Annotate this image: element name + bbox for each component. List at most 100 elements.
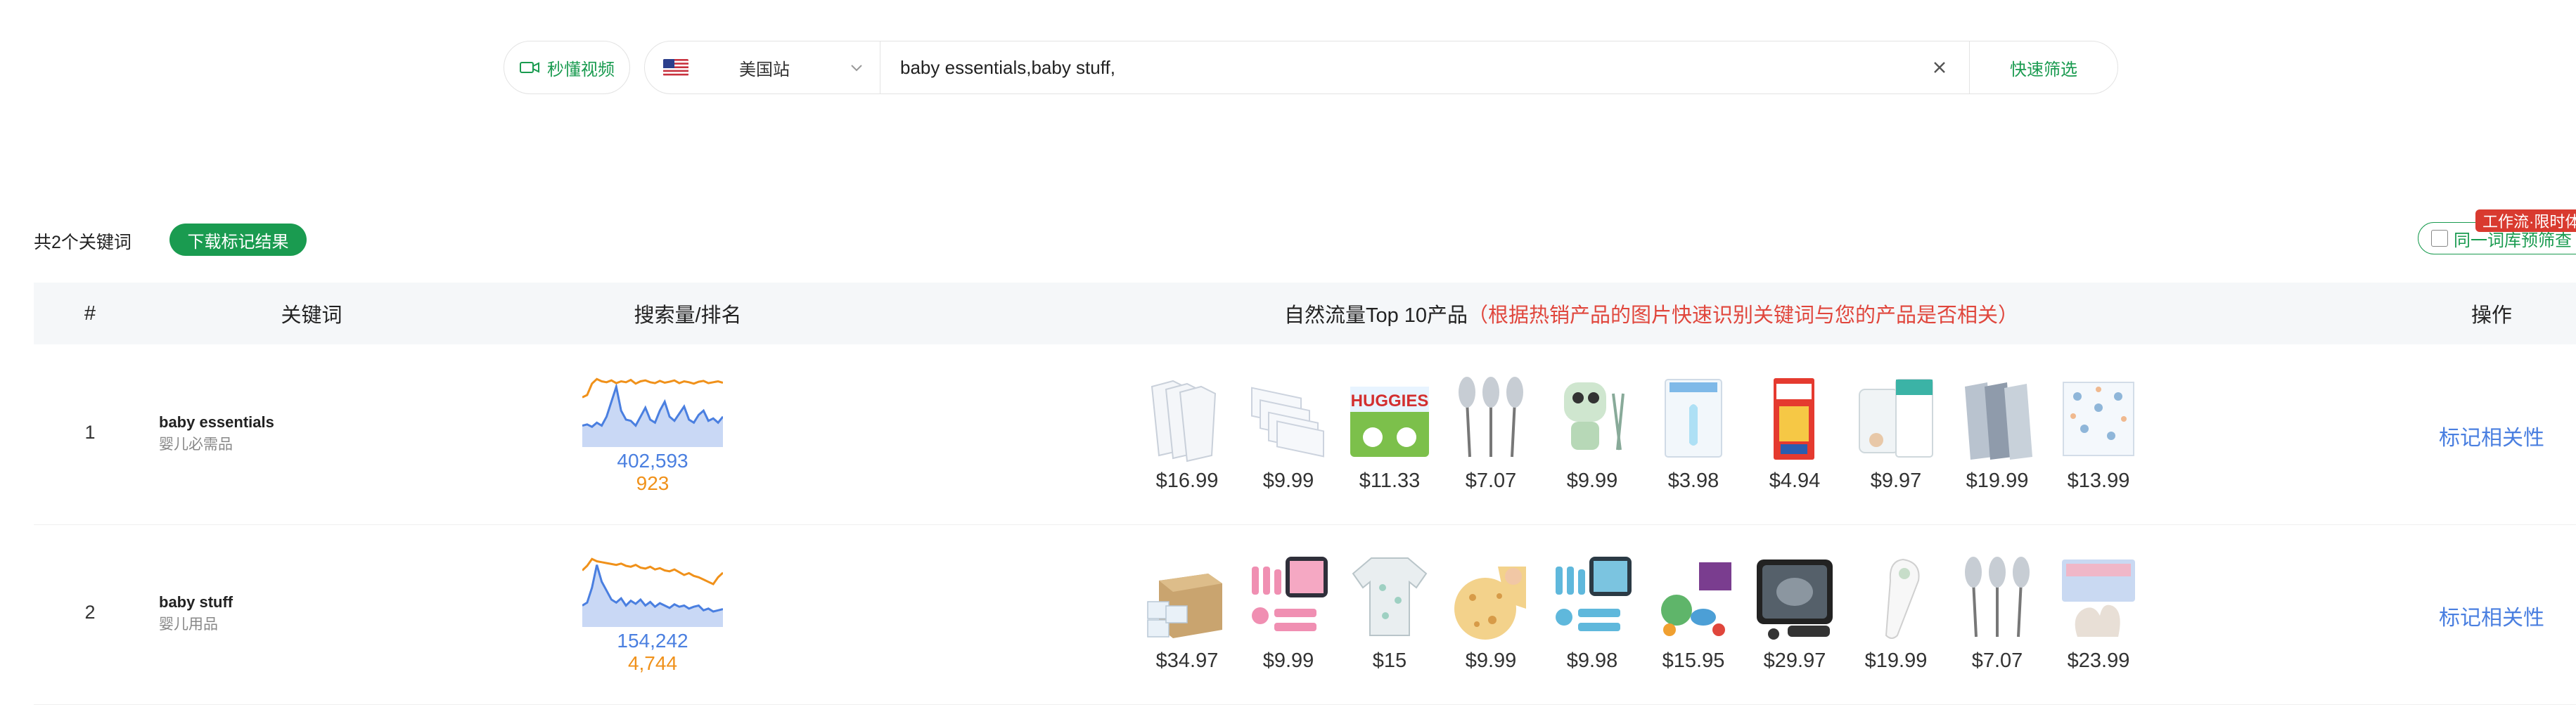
huggies-wipes-icon[interactable]: HUGGIES (1347, 373, 1432, 463)
bottle-brush-icon[interactable] (1449, 373, 1533, 463)
product-item[interactable]: $9.99 (1243, 552, 1334, 673)
product-item[interactable]: $7.07 (1952, 552, 2043, 673)
promo-badge: 工作流·限时体 (2475, 209, 2576, 232)
product-price: $9.99 (1566, 470, 1618, 492)
product-price: $15 (1372, 649, 1407, 672)
tortilla-blanket-icon[interactable] (1449, 552, 1533, 642)
volume-area (582, 387, 723, 447)
product-item[interactable]: $15 (1344, 552, 1435, 673)
product-item[interactable]: $34.97 (1141, 552, 1233, 673)
header-keyword: 关键词 (281, 304, 342, 327)
product-price: $9.99 (1262, 470, 1314, 492)
product-item[interactable]: $4.94 (1749, 373, 1840, 493)
product-item[interactable]: $23.99 (2053, 552, 2144, 673)
product-price: $29.97 (1763, 649, 1826, 672)
product-price: $34.97 (1155, 649, 1219, 672)
bottle-brush-icon[interactable] (1955, 552, 2039, 642)
healthcare-kit-icon[interactable] (1550, 552, 1634, 642)
row-index: 1 (84, 422, 96, 443)
product-price: $16.99 (1155, 470, 1219, 492)
us-flag-icon (663, 59, 688, 76)
video-tutorial-label: 秒懂视频 (547, 60, 615, 79)
mark-relevance-link[interactable]: 标记相关性 (2439, 420, 2544, 451)
header-action: 操作 (2471, 304, 2512, 327)
nail-trimmer-icon[interactable] (1550, 373, 1634, 463)
product-item[interactable]: $9.98 (1546, 552, 1638, 673)
medicine-box-icon[interactable] (1752, 373, 1837, 463)
product-price: $9.99 (1465, 649, 1517, 672)
product-price: $4.94 (1769, 470, 1821, 492)
search-bar: 秒懂视频 美国站 快速筛选 (0, 41, 2576, 97)
diaper-box-icon[interactable] (1145, 552, 1229, 642)
product-price: $9.97 (1870, 470, 1922, 492)
rank-line (582, 377, 723, 399)
trend-sparkline (582, 557, 723, 627)
product-price: $9.99 (1262, 649, 1314, 672)
burp-cloth-icon[interactable] (1246, 373, 1331, 463)
table-header: # 关键词 搜索量/排名 自然流量Top 10产品 （根据热销产品的图片快速识别关… (34, 283, 2576, 344)
mark-relevance-link[interactable]: 标记相关性 (2439, 600, 2544, 631)
product-price: $13.99 (2067, 470, 2130, 492)
close-icon[interactable] (1930, 58, 1949, 77)
site-label: 美国站 (739, 60, 790, 79)
product-price: $15.95 (1662, 649, 1725, 672)
car-mirror-icon[interactable] (1752, 552, 1837, 642)
volume-area (582, 564, 723, 627)
keyword-search-box: 美国站 快速筛选 (644, 41, 2118, 94)
search-rank: 923 (636, 472, 669, 494)
sleepsuit-icon[interactable] (1955, 373, 2039, 463)
header-volume-rank: 搜索量/排名 (634, 304, 742, 327)
product-item[interactable]: $13.99 (2053, 373, 2144, 493)
onesie-icon[interactable] (1347, 552, 1432, 642)
keyword-text: baby stuff (159, 593, 233, 611)
product-item[interactable]: $9.97 (1850, 373, 1942, 493)
product-price: $11.33 (1359, 470, 1421, 492)
search-volume: 154,242 (617, 630, 688, 652)
keyword-input[interactable] (880, 41, 1930, 94)
checkbox-box[interactable] (2431, 230, 2448, 247)
video-camera-icon (520, 62, 539, 73)
sound-machine-icon[interactable] (1854, 373, 1938, 463)
product-price: $7.07 (1465, 470, 1517, 492)
product-price: $9.98 (1566, 649, 1618, 672)
table-row: 1 baby essentials 婴儿必需品 402,593 923 $16.99 $… (34, 344, 2576, 525)
product-item[interactable]: $9.99 (1243, 373, 1334, 493)
product-price: $19.99 (1966, 470, 2029, 492)
search-rank: 4,744 (627, 652, 678, 674)
product-item[interactable]: $16.99 (1141, 373, 1233, 493)
product-item[interactable]: $3.98 (1648, 373, 1739, 493)
header-top10-note: （根据热销产品的图片快速识别关键词与您的产品是否相关） (1468, 304, 2019, 327)
rank-line (582, 557, 723, 586)
keyword-translation: 婴儿用品 (159, 616, 218, 633)
nasal-aspirator-icon[interactable] (1651, 373, 1736, 463)
handprint-kit-icon[interactable] (2056, 552, 2141, 642)
site-select[interactable]: 美国站 (645, 41, 880, 93)
grooming-kit-icon[interactable] (1246, 552, 1331, 642)
product-item[interactable]: $19.99 (1952, 373, 2043, 493)
product-item[interactable]: $29.97 (1749, 552, 1840, 673)
product-item[interactable]: $9.99 (1445, 552, 1537, 673)
keyword-translation: 婴儿必需品 (159, 436, 233, 453)
product-price: $19.99 (1864, 649, 1928, 672)
header-index: # (84, 302, 96, 325)
keyword-text: baby essentials (159, 413, 274, 431)
thermometer-icon[interactable] (1854, 552, 1938, 642)
product-item[interactable]: $7.07 (1445, 373, 1537, 493)
quick-filter-button[interactable]: 快速筛选 (1969, 41, 2117, 93)
video-tutorial-button[interactable]: 秒懂视频 (504, 41, 630, 94)
product-item[interactable]: $15.95 (1648, 552, 1739, 673)
chevron-down-icon (851, 65, 862, 72)
pacifier-toy-icon[interactable] (1651, 552, 1736, 642)
product-item[interactable]: $19.99 (1850, 552, 1942, 673)
trend-sparkline (582, 377, 723, 447)
product-price: $7.07 (1971, 649, 2023, 672)
swaddle-blanket-icon[interactable] (2056, 373, 2141, 463)
header-top10-label: 自然流量Top 10产品 (1283, 304, 1468, 327)
product-price: $3.98 (1667, 470, 1719, 492)
product-item[interactable]: HUGGIES $11.33 (1344, 373, 1435, 493)
product-item[interactable]: $9.99 (1546, 373, 1638, 493)
table-row: 2 baby stuff 婴儿用品 154,242 4,744 $34.97 $9.99… (34, 524, 2576, 705)
keyword-count: 共2个关键词 (34, 233, 132, 252)
bodysuit-pack-icon[interactable] (1145, 373, 1229, 463)
download-results-button[interactable]: 下载标记结果 (169, 224, 307, 256)
